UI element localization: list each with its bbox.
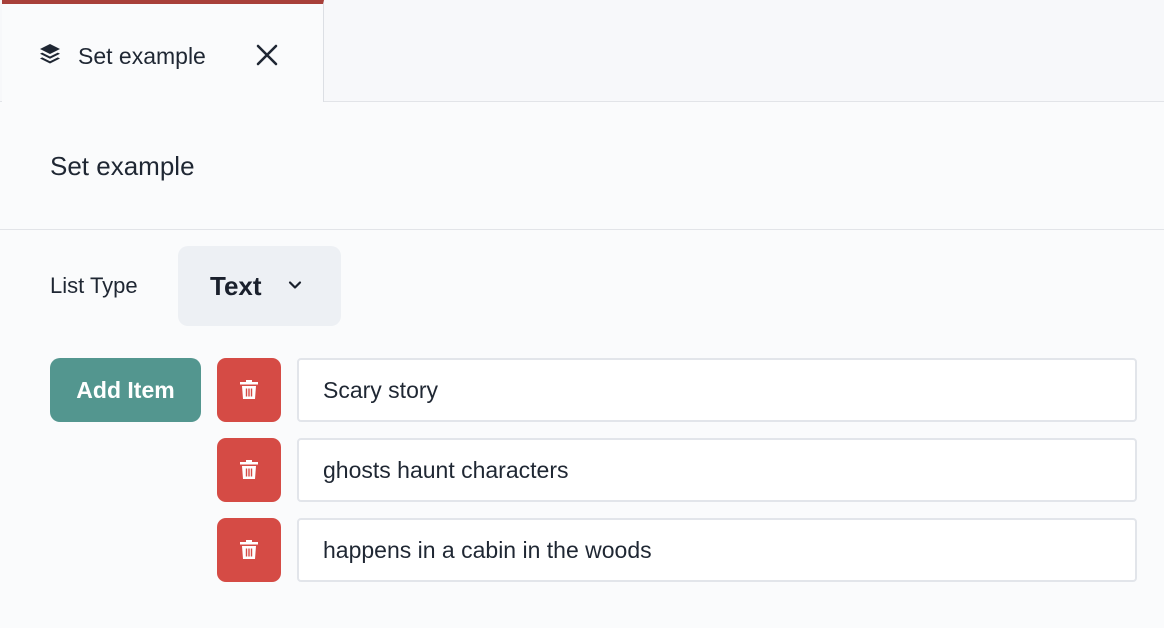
panel-header: Set example bbox=[0, 102, 1164, 230]
tab-bar: Set example bbox=[0, 0, 1164, 102]
list-type-select[interactable]: Text bbox=[178, 246, 341, 326]
list-item bbox=[0, 438, 1164, 502]
list-item-input[interactable] bbox=[297, 518, 1137, 582]
tab-title: Set example bbox=[78, 43, 206, 69]
list-item-input[interactable] bbox=[297, 358, 1137, 422]
tab-set-example[interactable]: Set example bbox=[2, 0, 324, 102]
list-item-input[interactable] bbox=[297, 438, 1137, 502]
layers-icon bbox=[38, 42, 62, 66]
delete-item-button[interactable] bbox=[217, 358, 281, 422]
panel-title: Set example bbox=[50, 151, 195, 181]
chevron-down-icon bbox=[286, 276, 304, 294]
close-icon[interactable] bbox=[254, 42, 280, 68]
trash-icon bbox=[239, 458, 259, 483]
list-item bbox=[0, 518, 1164, 582]
trash-icon bbox=[239, 538, 259, 563]
list-type-selected-value: Text bbox=[210, 271, 262, 301]
trash-icon bbox=[239, 378, 259, 403]
delete-item-button[interactable] bbox=[217, 438, 281, 502]
list-item bbox=[0, 358, 1164, 422]
delete-item-button[interactable] bbox=[217, 518, 281, 582]
list-type-label: List Type bbox=[50, 273, 138, 298]
